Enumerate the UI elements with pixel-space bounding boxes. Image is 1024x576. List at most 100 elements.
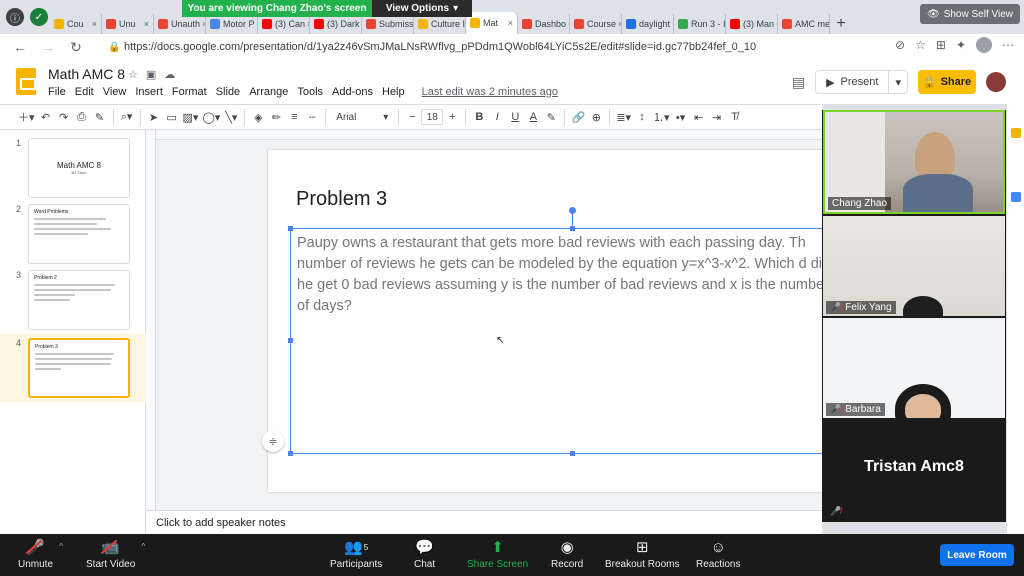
- browser-tab[interactable]: Course×: [570, 14, 622, 34]
- numbered-list-icon[interactable]: ⒈▾: [651, 107, 672, 127]
- slide-title[interactable]: Problem 3: [296, 188, 387, 211]
- forward-arrow-icon[interactable]: →: [34, 39, 62, 55]
- menu-item-help[interactable]: Help: [382, 86, 405, 98]
- resize-handle[interactable]: [288, 226, 293, 231]
- share-screen-button[interactable]: ⬆ Share Screen: [467, 538, 528, 570]
- leave-room-button[interactable]: Leave Room: [940, 544, 1014, 566]
- slide-thumbnail[interactable]: Problem 3: [28, 338, 130, 398]
- close-tab-icon[interactable]: ×: [90, 19, 97, 29]
- encryption-shield-icon[interactable]: ✓: [30, 8, 48, 26]
- present-dropdown-icon[interactable]: ▾: [889, 76, 907, 89]
- increase-indent-icon[interactable]: ⇥: [708, 107, 726, 127]
- slide-body-text[interactable]: Paupy owns a restaurant that gets more b…: [297, 233, 822, 317]
- participants-button[interactable]: 👥 5 Participants: [330, 538, 382, 570]
- url-field[interactable]: 🔒 https://docs.google.com/presentation/d…: [104, 37, 904, 57]
- speaker-notes[interactable]: Click to add speaker notes: [146, 510, 822, 534]
- video-tile[interactable]: 🎤̸ Barbara: [823, 318, 1005, 418]
- star-icon[interactable]: ☆: [128, 68, 138, 81]
- highlight-icon[interactable]: ✎: [542, 107, 560, 127]
- menu-item-addons[interactable]: Add-ons: [332, 86, 373, 98]
- line-icon[interactable]: ╲▾: [222, 107, 240, 127]
- keep-icon[interactable]: [1011, 128, 1021, 138]
- bold-icon[interactable]: B: [470, 107, 488, 127]
- font-size-field[interactable]: 18: [421, 109, 444, 125]
- slide-page[interactable]: Problem 3 Paupy owns a restaurant that g…: [268, 150, 822, 492]
- autofit-options-icon[interactable]: ≑: [262, 430, 284, 452]
- border-color-icon[interactable]: ✏: [267, 107, 285, 127]
- border-dash-icon[interactable]: ┄: [303, 107, 321, 127]
- select-cursor-icon[interactable]: ➤: [145, 107, 163, 127]
- close-tab-icon[interactable]: ×: [506, 18, 513, 28]
- breakout-rooms-button[interactable]: ⊞ Breakout Rooms: [605, 538, 679, 570]
- reload-icon[interactable]: ↻: [62, 39, 90, 56]
- video-tile[interactable]: Chang Zhao: [823, 110, 1005, 214]
- last-edit-link[interactable]: Last edit was 2 minutes ago: [422, 86, 558, 98]
- resize-handle[interactable]: [288, 338, 293, 343]
- redo-icon[interactable]: ↷: [55, 107, 73, 127]
- browser-tab[interactable]: (3) Dark×: [310, 14, 362, 34]
- video-tile[interactable]: 🎤̸ Felix Yang: [823, 216, 1005, 316]
- menu-item-arrange[interactable]: Arrange: [249, 86, 288, 98]
- menu-item-slide[interactable]: Slide: [216, 86, 240, 98]
- browser-tab[interactable]: Unu ×: [102, 14, 154, 34]
- browser-tab[interactable]: Motor P×: [206, 14, 258, 34]
- link-icon[interactable]: 🔗: [569, 107, 587, 127]
- comment-history-icon[interactable]: ▤: [792, 74, 805, 91]
- resize-handle[interactable]: [570, 226, 575, 231]
- show-self-view-button[interactable]: 👁 Show Self View: [920, 4, 1020, 24]
- menu-item-edit[interactable]: Edit: [75, 86, 94, 98]
- close-tab-icon[interactable]: ×: [142, 19, 149, 29]
- menu-item-file[interactable]: File: [48, 86, 66, 98]
- resize-handle[interactable]: [288, 451, 293, 456]
- record-button[interactable]: ◉ Record: [551, 538, 583, 570]
- slide-thumbnail-row-selected[interactable]: 4 Problem 3: [0, 334, 146, 402]
- increase-font-size-icon[interactable]: +: [443, 107, 461, 127]
- video-tile[interactable]: Tristan Amc8 🎤̸: [823, 420, 1005, 520]
- browser-tab[interactable]: (3) Can×: [258, 14, 310, 34]
- font-family-select[interactable]: Arial ▾: [330, 107, 394, 127]
- unmute-button[interactable]: 🎤 Unmute ^: [18, 538, 63, 570]
- add-comment-icon[interactable]: ⊕: [587, 107, 605, 127]
- menu-item-format[interactable]: Format: [172, 86, 207, 98]
- browser-tab[interactable]: Dashbo×: [518, 14, 570, 34]
- undo-icon[interactable]: ↶: [37, 107, 55, 127]
- tasks-icon[interactable]: [1011, 192, 1021, 202]
- reactions-button[interactable]: ☺ Reactions: [696, 538, 740, 571]
- slide-thumbnail-row[interactable]: 3 Problem 2: [0, 266, 146, 334]
- text-box-icon[interactable]: ▭: [163, 107, 181, 127]
- browser-tab-active[interactable]: Mat ×: [466, 12, 518, 34]
- shape-icon[interactable]: ◯▾: [200, 107, 222, 127]
- chat-button[interactable]: 💬 Chat: [414, 538, 435, 570]
- decrease-indent-icon[interactable]: ⇤: [690, 107, 708, 127]
- underline-icon[interactable]: U: [506, 107, 524, 127]
- line-spacing-icon[interactable]: ↕: [633, 107, 651, 127]
- slides-logo-icon[interactable]: [16, 68, 36, 95]
- decrease-font-size-icon[interactable]: −: [403, 107, 421, 127]
- resize-handle[interactable]: [570, 451, 575, 456]
- italic-icon[interactable]: I: [488, 107, 506, 127]
- browser-tab[interactable]: Cou ×: [50, 14, 102, 34]
- browser-tab[interactable]: (3) Man×: [726, 14, 778, 34]
- clear-formatting-icon[interactable]: T̸: [726, 107, 744, 127]
- browser-tab[interactable]: Submiss×: [362, 14, 414, 34]
- cloud-saved-icon[interactable]: ☁: [164, 68, 175, 81]
- collections-icon[interactable]: ⊞: [936, 38, 946, 52]
- menu-item-insert[interactable]: Insert: [135, 86, 163, 98]
- view-options-button[interactable]: View Options ▾: [372, 0, 472, 17]
- text-color-icon[interactable]: A: [524, 107, 542, 127]
- slide-thumbnail-row[interactable]: 1 Math AMC 8 BJ Zhao: [0, 134, 146, 202]
- fill-color-icon[interactable]: ◈: [249, 107, 267, 127]
- vertical-ruler[interactable]: [146, 130, 156, 510]
- document-title[interactable]: Math AMC 8: [48, 66, 125, 82]
- zoom-info-icon[interactable]: ⓘ: [6, 8, 24, 26]
- browser-tab[interactable]: Run 3 - I×: [674, 14, 726, 34]
- share-button[interactable]: 🔒 Share: [918, 70, 976, 94]
- browser-tab[interactable]: AMC me×: [778, 14, 830, 34]
- print-icon[interactable]: ⎙: [73, 107, 91, 127]
- body-text-box[interactable]: Paupy owns a restaurant that gets more b…: [288, 207, 822, 456]
- new-tab-icon[interactable]: +: [830, 14, 852, 34]
- menu-item-view[interactable]: View: [103, 86, 127, 98]
- browser-tab[interactable]: daylight×: [622, 14, 674, 34]
- move-folder-icon[interactable]: ▣: [146, 68, 156, 81]
- bookmark-star-icon[interactable]: ☆: [915, 38, 926, 52]
